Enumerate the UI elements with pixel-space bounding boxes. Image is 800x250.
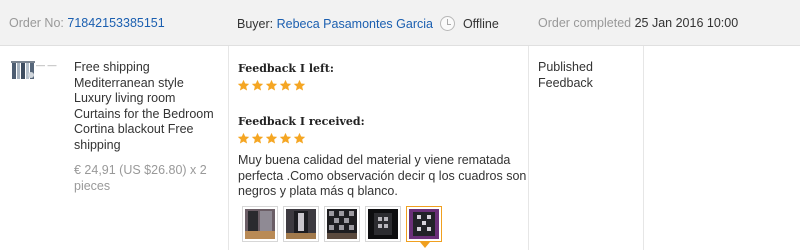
feedback-left-stars [237,79,306,92]
feedback-received-heading: Feedback I received: [238,115,365,128]
column-divider [528,46,529,250]
feedback-received-stars [237,132,306,145]
star-icon [251,132,264,144]
feedback-photo-thumbnail[interactable] [283,206,319,242]
product-title-link[interactable]: Free shipping Mediterranean style Luxury… [74,60,224,153]
star-icon [265,132,278,144]
buyer-name-link[interactable]: Rebeca Pasamontes Garcia [277,17,433,31]
order-number-label: Order No: [9,16,64,30]
feedback-photo-thumbnail[interactable] [242,206,278,242]
clock-icon [440,16,456,31]
column-divider [228,46,229,250]
feedback-photo-thumbnail[interactable] [324,206,360,242]
feedback-status: Published Feedback [538,60,593,90]
star-icon [279,79,292,91]
star-icon [265,79,278,91]
thumbnail-decoration: — — [36,60,57,70]
order-completed-label: Order completed [538,16,632,30]
order-completed-date: 25 Jan 2016 10:00 [634,16,739,30]
order-completed: Order completed 25 Jan 2016 10:00 [538,16,738,30]
feedback-photo-thumbnail[interactable] [365,206,401,242]
buyer-label: Buyer: [237,17,274,31]
feedback-left-heading: Feedback I left: [238,62,334,75]
star-icon [237,79,250,91]
product-price: € 24,91 (US $26.80) x 2 pieces [74,163,207,193]
feedback-photos [242,206,442,248]
curtain-thumbnail-icon[interactable] [10,60,36,80]
star-icon [293,132,306,144]
column-divider [643,46,644,250]
buyer-status: Offline [462,17,499,31]
order-number: Order No: 71842153385151 [9,16,165,30]
star-icon [293,79,306,91]
feedback-received-text: Muy buena calidad del material y viene r… [238,153,527,198]
selected-caret-icon [420,242,430,248]
order-header: Order No: 71842153385151 Buyer: Rebeca P… [0,0,800,46]
feedback-photo-thumbnail-selected[interactable] [406,206,442,248]
order-number-link[interactable]: 71842153385151 [67,16,164,30]
star-icon [279,132,292,144]
buyer-info: Buyer: Rebeca Pasamontes Garcia Offline [237,16,499,31]
star-icon [237,132,250,144]
star-icon [251,79,264,91]
